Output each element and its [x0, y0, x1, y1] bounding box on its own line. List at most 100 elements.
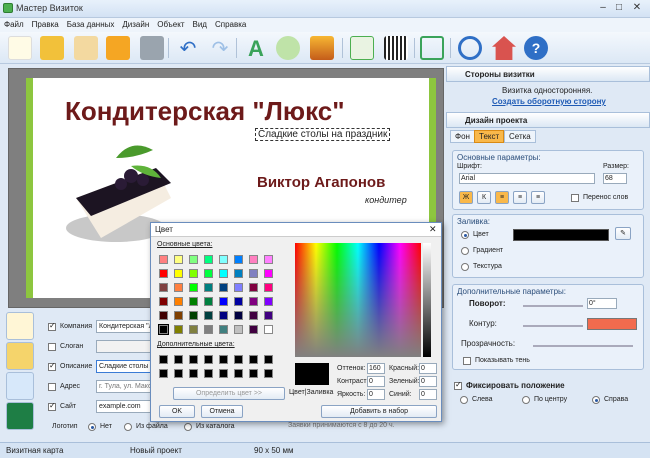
ok-button[interactable]: OK [159, 405, 195, 418]
excel-icon[interactable] [6, 402, 34, 430]
position-right-radio[interactable] [592, 396, 600, 404]
card-person-name[interactable]: Виктор Агапонов [257, 174, 385, 191]
basic-color-swatch[interactable] [249, 311, 258, 320]
italic-button[interactable]: Ж [459, 191, 473, 204]
basic-color-swatch[interactable] [174, 269, 183, 278]
basic-color-swatch[interactable] [264, 325, 273, 334]
site-input[interactable]: example.com [96, 400, 156, 413]
text-icon[interactable]: A [244, 36, 268, 61]
basic-color-swatch[interactable] [174, 311, 183, 320]
description-checkbox[interactable] [48, 361, 56, 371]
dialog-close-button[interactable]: ✕ [429, 224, 437, 235]
slogan-checkbox[interactable] [48, 343, 56, 351]
logo-catalog-radio[interactable] [184, 423, 192, 431]
custom-color-swatch[interactable] [219, 369, 228, 378]
fix-position-checkbox[interactable] [454, 380, 462, 390]
basic-color-swatch[interactable] [189, 255, 198, 264]
basic-color-swatch[interactable] [189, 283, 198, 292]
custom-color-swatch[interactable] [159, 369, 168, 378]
site-checkbox[interactable] [48, 401, 56, 411]
undo-icon[interactable]: ↶ [176, 36, 200, 60]
custom-color-swatch[interactable] [159, 355, 168, 364]
custom-color-swatch[interactable] [264, 355, 273, 364]
basic-color-swatch[interactable] [249, 255, 258, 264]
custom-color-swatch[interactable] [249, 355, 258, 364]
fill-color-swatch[interactable] [513, 229, 609, 241]
menu-edit[interactable]: Правка [28, 18, 63, 32]
company-checkbox[interactable] [48, 321, 56, 331]
size-input[interactable]: 68 [603, 173, 627, 184]
custom-color-swatch[interactable] [234, 369, 243, 378]
basic-color-swatch[interactable] [264, 311, 273, 320]
tab-background[interactable]: Фон [450, 130, 475, 143]
basic-color-swatch[interactable] [249, 283, 258, 292]
basic-color-swatch[interactable] [219, 325, 228, 334]
basic-color-swatch[interactable] [159, 269, 168, 278]
basic-color-swatch[interactable] [204, 325, 213, 334]
basic-color-swatch[interactable] [234, 269, 243, 278]
image-icon[interactable] [310, 36, 334, 60]
logo-file-radio[interactable] [124, 423, 132, 431]
minimize-button[interactable]: – [596, 2, 610, 14]
menu-design[interactable]: Дизайн [118, 18, 153, 32]
shapes-icon[interactable] [276, 36, 300, 60]
rotation-input[interactable]: 0° [587, 298, 617, 309]
basic-color-swatch[interactable] [174, 255, 183, 264]
basic-color-swatch[interactable] [264, 269, 273, 278]
redo-icon[interactable]: ↷ [208, 36, 232, 60]
basic-color-swatch[interactable] [159, 283, 168, 292]
slogan-input[interactable] [96, 340, 156, 353]
font-select[interactable]: Arial [459, 173, 595, 184]
basic-color-swatch[interactable] [264, 255, 273, 264]
tab-text[interactable]: Текст [474, 130, 505, 143]
custom-color-swatch[interactable] [219, 355, 228, 364]
open-icon[interactable] [40, 36, 64, 60]
shadow-checkbox[interactable] [463, 357, 471, 365]
basic-color-swatch[interactable] [234, 325, 243, 334]
basic-color-swatch[interactable] [234, 283, 243, 292]
outline-slider[interactable] [523, 325, 583, 327]
create-back-side-link[interactable]: Создать оборотную сторону [492, 97, 606, 106]
home-icon[interactable] [492, 36, 516, 60]
menu-object[interactable]: Объект [153, 18, 188, 32]
card-person-role[interactable]: кондитер [365, 195, 407, 205]
color-spectrum[interactable] [295, 243, 421, 357]
print-icon[interactable] [140, 36, 164, 60]
maximize-button[interactable]: □ [612, 2, 626, 14]
custom-color-swatch[interactable] [264, 369, 273, 378]
basic-color-swatch[interactable] [159, 311, 168, 320]
rotation-slider[interactable] [523, 305, 583, 307]
cancel-button[interactable]: Отмена [201, 405, 243, 418]
custom-color-swatch[interactable] [249, 369, 258, 378]
description-input[interactable]: Сладкие столы н [96, 360, 156, 373]
fit-icon[interactable] [420, 36, 444, 60]
company-input[interactable]: Кондитерская "Л [96, 320, 156, 333]
add-to-custom-button[interactable]: Добавить в набор [321, 405, 437, 418]
menu-help[interactable]: Справка [211, 18, 250, 32]
basic-color-swatch[interactable] [234, 297, 243, 306]
basic-color-swatch[interactable] [174, 283, 183, 292]
menu-file[interactable]: Файл [0, 18, 28, 32]
basic-color-swatch[interactable] [219, 311, 228, 320]
new-icon[interactable] [8, 36, 32, 60]
qr-code-icon[interactable] [384, 36, 408, 60]
basic-color-swatch[interactable] [219, 269, 228, 278]
basic-color-swatch[interactable] [264, 297, 273, 306]
card-subtitle[interactable]: Сладкие столы на праздник [255, 128, 391, 141]
search-person-icon[interactable] [6, 372, 34, 400]
basic-color-swatch[interactable] [249, 297, 258, 306]
define-color-button[interactable]: Определить цвет >> [173, 387, 285, 400]
basic-color-swatch[interactable] [219, 255, 228, 264]
hue-input[interactable]: 160 [367, 363, 385, 374]
basic-color-swatch[interactable] [189, 269, 198, 278]
basic-color-swatch[interactable] [174, 325, 183, 334]
basic-color-swatch[interactable] [159, 297, 168, 306]
basic-color-swatch[interactable] [249, 269, 258, 278]
custom-color-swatch[interactable] [174, 355, 183, 364]
basic-color-swatch[interactable] [234, 255, 243, 264]
basic-color-swatch[interactable] [219, 283, 228, 292]
basic-color-swatch[interactable] [234, 311, 243, 320]
custom-color-swatch[interactable] [189, 355, 198, 364]
align-center-button[interactable]: ≡ [513, 191, 527, 204]
blue-input[interactable]: 0 [419, 389, 437, 400]
